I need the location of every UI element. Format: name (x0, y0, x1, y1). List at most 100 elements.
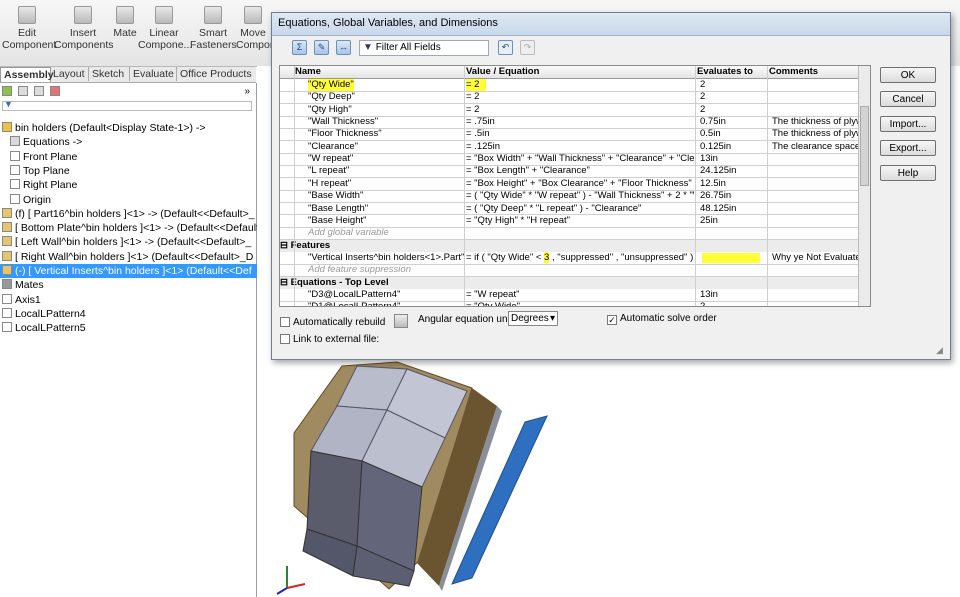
row-comment-cell[interactable] (772, 215, 858, 227)
tab-assembly[interactable]: Assembly (0, 67, 54, 82)
expand-panel-icon[interactable]: » (244, 86, 250, 97)
row-comment-cell[interactable] (772, 104, 858, 116)
tree-root-assembly[interactable]: bin holders (Default<Display State-1>) -… (0, 121, 257, 135)
mate-button[interactable]: Mate (112, 6, 138, 39)
row-eval-cell[interactable]: 0.5in (700, 128, 768, 140)
tree-item-left-wall[interactable]: [ Left Wall^bin holders ]<1> -> (Default… (0, 235, 257, 249)
configuration-manager-icon[interactable] (34, 86, 45, 96)
row-eval-cell[interactable]: 0.75in (700, 116, 768, 128)
tree-item-right-wall[interactable]: [ Right Wall^bin holders ]<1> (Default<<… (0, 250, 257, 264)
import-button[interactable]: Import... (880, 116, 936, 132)
row-comment-cell[interactable] (772, 91, 858, 103)
ok-button[interactable]: OK (880, 67, 936, 83)
eq-name-cell[interactable]: "D3@LocalLPattern4" (308, 289, 400, 301)
row-value-cell[interactable]: = .125in (466, 141, 694, 153)
export-button[interactable]: Export... (880, 140, 936, 156)
row-comment-cell[interactable] (772, 178, 858, 190)
row-name-cell[interactable]: "L repeat" (308, 165, 349, 177)
features-section-header[interactable]: ⊟ Features (280, 239, 858, 252)
sketch-equation-view-icon[interactable]: ✎ (314, 40, 329, 55)
row-eval-cell[interactable]: 48.125in (700, 203, 768, 215)
equations-section-header[interactable]: ⊟ Equations - Top Level (280, 276, 858, 289)
row-name-cell[interactable]: "Clearance" (308, 141, 358, 153)
row-value-cell[interactable]: = 2 (466, 91, 694, 103)
feature-manager-icon[interactable] (2, 86, 12, 96)
row-eval-cell[interactable]: 25in (700, 215, 768, 227)
tree-item-localpattern5[interactable]: LocalLPattern5 (0, 321, 257, 335)
linear-component-pattern-button[interactable]: Linear Compone... (138, 6, 192, 51)
angular-units-select[interactable]: Degrees ▾ (508, 311, 558, 326)
auto-rebuild-checkbox[interactable] (280, 317, 290, 327)
row-value-cell[interactable]: = "Qty High" * "H repeat" (466, 215, 694, 227)
redo-icon[interactable]: ↷ (520, 40, 535, 55)
smart-fasteners-button[interactable]: Smart Fasteners (190, 6, 237, 51)
row-eval-cell[interactable]: 26.75in (700, 190, 768, 202)
collapse-icon[interactable]: ⊟ (280, 277, 291, 288)
row-name-cell[interactable]: "Base Height" (308, 215, 367, 227)
tree-item-mates[interactable]: Mates (0, 278, 257, 292)
link-external-option[interactable]: Link to external file: (280, 334, 379, 345)
eq-eval-cell[interactable]: 13in (700, 289, 718, 301)
help-button[interactable]: Help (880, 165, 936, 181)
tree-item-axis1[interactable]: Axis1 (0, 293, 257, 307)
auto-rebuild-option[interactable]: Automatically rebuild (280, 314, 409, 328)
row-comment-cell[interactable]: The thickness of plywo (772, 128, 858, 140)
row-eval-cell[interactable]: 24.125in (700, 165, 768, 177)
row-comment-cell[interactable] (772, 190, 858, 202)
edit-component-button[interactable]: Edit Component (2, 6, 56, 51)
add-feature-suppression-cell[interactable]: Add feature suppression (308, 264, 411, 276)
tree-item-equations[interactable]: Equations -> (0, 135, 265, 149)
equation-view-icon[interactable]: Σ (292, 40, 307, 55)
link-external-checkbox[interactable] (280, 334, 290, 344)
tree-item-vertical-inserts[interactable]: (-) [ Vertical Inserts^bin holders ]<1> … (0, 264, 257, 278)
row-value-cell[interactable]: = ( "Qty Wide" * "W repeat" ) - "Wall Th… (466, 190, 694, 202)
add-global-variable-cell[interactable]: Add global variable (308, 227, 389, 239)
row-name-cell[interactable]: "Qty Deep" (308, 91, 355, 103)
row-name-cell[interactable]: "Base Length" (308, 203, 368, 215)
row-comment-cell[interactable] (772, 165, 858, 177)
filter-input[interactable]: ▼ Filter All Fields (359, 40, 489, 56)
eq-value-cell[interactable]: = "Qty Wide" (466, 301, 520, 306)
row-eval-cell[interactable]: 0.125in (700, 141, 768, 153)
display-manager-icon[interactable] (50, 86, 61, 96)
dimension-view-icon[interactable]: ↔ (336, 40, 351, 55)
collapse-icon[interactable]: ⊟ (280, 240, 291, 251)
row-name-cell[interactable]: "Qty Wide" (308, 79, 354, 91)
row-name-cell[interactable]: "Wall Thickness" (308, 116, 378, 128)
row-value-cell[interactable]: = ( "Qty Deep" * "L repeat" ) - "Clearan… (466, 203, 694, 215)
tree-item-bottom-plate[interactable]: [ Bottom Plate^bin holders ]<1> -> (Defa… (0, 221, 271, 235)
row-comment-cell[interactable]: The thickness of plywo (772, 116, 858, 128)
row-value-cell[interactable]: = "Box Width" + "Wall Thickness" + "Clea… (466, 153, 694, 165)
row-value-cell[interactable]: = 2 (466, 79, 486, 91)
resize-grip-icon[interactable]: ◢ (936, 345, 943, 356)
tree-item-right-plane[interactable]: Right Plane (0, 178, 265, 192)
tab-sketch[interactable]: Sketch (89, 67, 130, 81)
grid-scrollbar[interactable] (858, 66, 870, 306)
move-component-button[interactable]: Move Compon (236, 6, 276, 51)
tree-item-localpattern4[interactable]: LocalLPattern4 (0, 307, 257, 321)
row-value-cell[interactable]: = "Box Length" + "Clearance" (466, 165, 694, 177)
row-eval-cell[interactable]: 13in (700, 153, 768, 165)
feature-value-cell[interactable]: = if ( "Qty Wide" < 3 , "suppressed" , "… (466, 251, 693, 264)
tab-layout[interactable]: Layout (50, 67, 89, 81)
dialog-title-bar[interactable]: Equations, Global Variables, and Dimensi… (272, 13, 950, 36)
eq-eval-cell[interactable]: 2 (700, 301, 705, 306)
tab-evaluate[interactable]: Evaluate (130, 67, 177, 81)
row-comment-cell[interactable]: The clearance space ar (772, 141, 858, 153)
feature-comment-cell[interactable]: Why ye Not Evaluate ? (772, 252, 858, 264)
tree-item-top-plane[interactable]: Top Plane (0, 164, 265, 178)
eq-value-cell[interactable]: = "W repeat" (466, 289, 519, 301)
tree-item-part16[interactable]: (f) [ Part16^bin holders ]<1> -> (Defaul… (0, 207, 257, 221)
tab-office-products[interactable]: Office Products (177, 67, 258, 81)
feature-name-cell[interactable]: "Vertical Inserts^bin holders<1>.Part" (308, 252, 464, 264)
row-eval-cell[interactable]: 2 (700, 104, 768, 116)
eq-name-cell[interactable]: "D1@LocalLPattern4" (308, 301, 400, 306)
insert-components-button[interactable]: Insert Components (54, 6, 114, 51)
row-name-cell[interactable]: "Base Width" (308, 190, 363, 202)
row-comment-cell[interactable] (772, 79, 858, 91)
property-manager-icon[interactable] (18, 86, 29, 96)
scrollbar-thumb[interactable] (860, 106, 869, 186)
row-value-cell[interactable]: = 2 (466, 104, 694, 116)
tree-item-front-plane[interactable]: Front Plane (0, 150, 265, 164)
undo-icon[interactable]: ↶ (498, 40, 513, 55)
